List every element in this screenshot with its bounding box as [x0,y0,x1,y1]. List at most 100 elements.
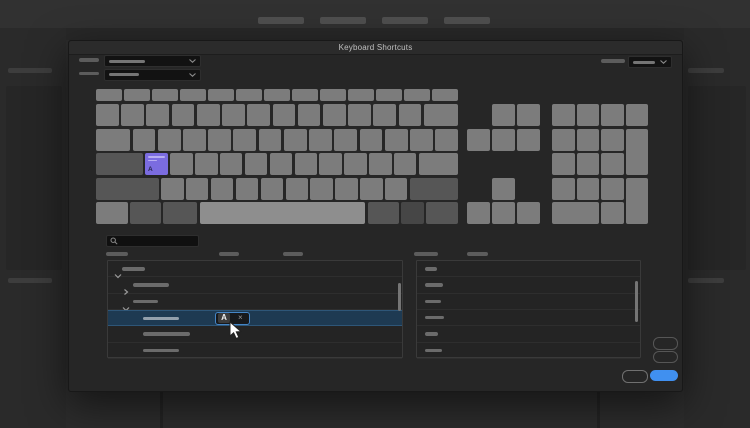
numpad-key[interactable] [576,153,599,175]
key[interactable] [171,104,195,126]
undo-button[interactable] [653,337,678,350]
nav-key[interactable] [467,128,490,151]
key[interactable] [130,202,161,224]
key[interactable] [96,202,128,224]
ok-button[interactable] [650,370,678,381]
modifier-dropdown[interactable] [628,56,672,68]
key[interactable] [322,104,346,126]
key[interactable] [157,128,181,151]
key[interactable] [208,128,231,151]
key[interactable] [404,89,430,101]
key[interactable] [196,104,220,126]
nav-key[interactable] [517,104,540,126]
tree-row[interactable]: A × [108,309,402,327]
key[interactable] [409,177,459,200]
tree-row[interactable] [108,294,402,312]
numpad-key[interactable] [576,177,599,200]
key[interactable] [319,153,342,175]
key[interactable] [294,153,317,175]
key[interactable] [170,153,193,175]
key[interactable] [394,153,417,175]
key[interactable] [292,89,318,101]
key[interactable] [96,89,122,101]
key[interactable] [373,104,397,126]
key[interactable] [418,153,459,175]
list-item[interactable] [417,310,640,327]
numpad-key[interactable] [601,128,624,151]
key[interactable] [264,89,290,101]
key[interactable] [210,177,234,200]
numpad-key[interactable] [552,104,575,126]
list-item[interactable] [417,326,640,343]
key[interactable] [334,128,358,151]
key[interactable] [344,153,367,175]
nav-key[interactable] [517,128,540,151]
tree-row[interactable] [108,343,402,359]
nav-key[interactable] [492,128,515,151]
key[interactable] [186,177,209,200]
list-item[interactable] [417,294,640,310]
key[interactable] [161,177,184,200]
key[interactable] [233,128,257,151]
key[interactable] [180,89,206,101]
numpad-key[interactable] [601,153,624,175]
key[interactable] [96,104,119,126]
key[interactable] [163,202,198,224]
key[interactable] [410,128,433,151]
key[interactable] [309,128,332,151]
numpad-key[interactable] [552,177,575,200]
key[interactable] [367,202,399,224]
numpad-key[interactable] [601,202,624,224]
list-item[interactable] [417,343,640,359]
key[interactable] [269,153,293,175]
tree-row[interactable] [108,277,402,296]
shortcut-preset-dropdown[interactable] [104,68,201,81]
key[interactable] [385,177,408,200]
numpad-key[interactable] [576,104,599,126]
key[interactable] [310,177,333,200]
key[interactable] [96,128,131,151]
numpad-key[interactable] [552,153,575,175]
key[interactable] [426,202,459,224]
key[interactable] [348,104,371,126]
numpad-key[interactable] [601,177,624,200]
commands-scrollbar[interactable] [635,281,638,322]
numpad-key[interactable] [601,104,624,126]
key[interactable] [369,153,392,175]
tree-row[interactable] [108,261,402,279]
key[interactable] [258,128,282,151]
key[interactable] [124,89,150,101]
key[interactable] [435,128,458,151]
nav-key[interactable] [492,177,515,200]
key[interactable] [348,89,374,101]
key[interactable] [285,177,308,200]
key[interactable] [283,128,307,151]
key[interactable] [195,153,218,175]
key-a-highlighted[interactable]: A [145,153,168,175]
nav-key[interactable] [492,104,515,126]
key[interactable] [236,89,262,101]
nav-key[interactable] [492,202,515,224]
search-input[interactable] [106,235,199,247]
numpad-key[interactable] [552,202,599,224]
key[interactable] [96,177,159,200]
key[interactable] [152,89,178,101]
nav-key[interactable] [467,202,490,224]
key[interactable] [199,202,366,224]
numpad-key[interactable] [625,177,648,224]
key[interactable] [423,104,458,126]
tree-scrollbar[interactable] [398,283,401,311]
key[interactable] [222,104,245,126]
key[interactable] [360,177,383,200]
key[interactable] [432,89,458,101]
key[interactable] [398,104,422,126]
clear-button[interactable] [653,350,678,363]
numpad-key[interactable] [552,128,575,151]
key[interactable] [320,89,346,101]
key[interactable] [376,89,402,101]
key[interactable] [96,153,143,175]
key[interactable] [208,89,234,101]
key[interactable] [384,128,408,151]
key[interactable] [260,177,284,200]
numpad-key[interactable] [576,128,599,151]
